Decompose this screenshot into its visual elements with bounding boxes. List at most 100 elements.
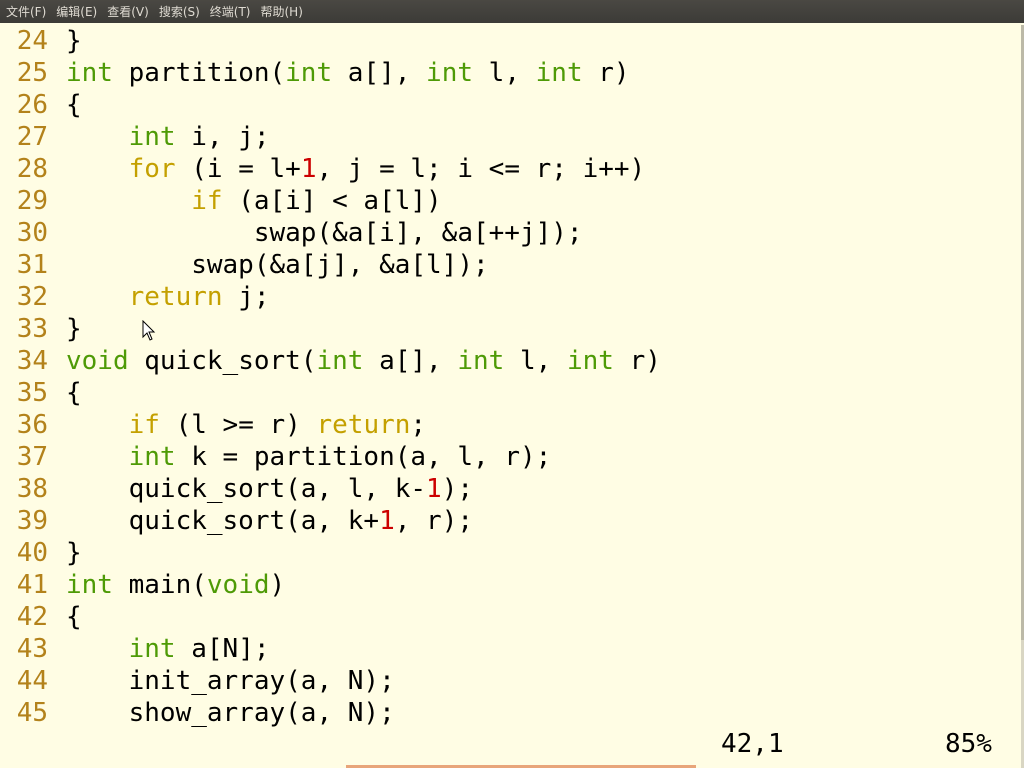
- code-token: int: [426, 58, 474, 88]
- code-token: int: [457, 346, 505, 376]
- code-text: {: [66, 601, 82, 633]
- code-text: return j;: [66, 281, 270, 313]
- code-token: swap(&a[j], &a[l]);: [66, 250, 489, 280]
- code-text: init_array(a, N);: [66, 665, 395, 697]
- line-number: 41: [16, 570, 48, 600]
- line-number: 37: [16, 442, 48, 472]
- code-token: }: [66, 26, 82, 56]
- code-token: 1: [426, 474, 442, 504]
- menu-search[interactable]: 搜索(S): [155, 3, 204, 20]
- line-number: 35: [16, 378, 48, 408]
- code-token: int: [66, 58, 113, 88]
- code-line[interactable]: 44 init_array(a, N);: [0, 665, 395, 697]
- code-token: init_array(a, N);: [66, 666, 395, 696]
- menu-bar: 文件(F) 编辑(E) 查看(V) 搜索(S) 终端(T) 帮助(H): [0, 0, 1024, 23]
- line-number: 26: [16, 90, 48, 120]
- code-token: l,: [473, 58, 536, 88]
- code-token: quick_sort(: [128, 346, 317, 376]
- line-number: 39: [16, 506, 48, 536]
- code-line[interactable]: 36 if (l >= r) return;: [0, 409, 426, 441]
- code-token: (l >= r): [159, 410, 317, 440]
- code-token: int: [316, 346, 364, 376]
- code-line[interactable]: 32 return j;: [0, 281, 270, 313]
- code-line[interactable]: 43 int a[N];: [0, 633, 270, 665]
- code-token: partition(: [112, 58, 286, 88]
- menu-help[interactable]: 帮助(H): [257, 3, 307, 20]
- code-token: r): [613, 346, 661, 376]
- menu-terminal[interactable]: 终端(T): [206, 3, 255, 20]
- cursor-position: 42,1: [721, 729, 784, 759]
- code-token: int: [66, 570, 113, 600]
- code-token: }: [66, 314, 82, 344]
- code-token: ;: [410, 410, 427, 440]
- line-number: 34: [16, 346, 48, 376]
- code-token: return: [316, 410, 411, 440]
- code-text: if (l >= r) return;: [66, 409, 426, 441]
- code-line[interactable]: 27 int i, j;: [0, 121, 270, 153]
- code-token: return: [128, 282, 223, 312]
- code-line[interactable]: 26 {: [0, 89, 82, 121]
- code-line[interactable]: 35 {: [0, 377, 82, 409]
- mouse-pointer-icon: [142, 320, 156, 341]
- code-text: int i, j;: [66, 121, 270, 153]
- code-line[interactable]: 37 int k = partition(a, l, r);: [0, 441, 552, 473]
- line-number: 24: [16, 26, 48, 56]
- menu-view[interactable]: 查看(V): [103, 3, 153, 20]
- line-number: 42: [16, 602, 48, 632]
- code-editor[interactable]: 24} 25 int partition(int a[], int l, int r…: [0, 25, 1021, 768]
- code-token: {: [66, 602, 82, 632]
- code-line[interactable]: 30 swap(&a[i], &a[++j]);: [0, 217, 583, 249]
- line-number: 32: [16, 282, 48, 312]
- code-token: int: [128, 634, 176, 664]
- code-line[interactable]: 25 int partition(int a[], int l, int r): [0, 57, 630, 89]
- code-token: }: [66, 538, 82, 568]
- line-number: 44: [16, 666, 48, 696]
- code-line[interactable]: 24}: [0, 25, 82, 57]
- line-number: 45: [16, 698, 48, 728]
- code-line[interactable]: 31 swap(&a[j], &a[l]);: [0, 249, 489, 281]
- code-line[interactable]: 39 quick_sort(a, k+1, r);: [0, 505, 473, 537]
- code-token: );: [441, 474, 473, 504]
- code-token: l,: [504, 346, 567, 376]
- code-line[interactable]: 28 for (i = l+1, j = l; i <= r; i++): [0, 153, 646, 185]
- code-token: quick_sort(a, k+: [66, 506, 380, 536]
- line-number: 27: [16, 122, 48, 152]
- code-token: int: [566, 346, 614, 376]
- code-line[interactable]: 42 {: [0, 601, 82, 633]
- code-line[interactable]: 41 int main(void): [0, 569, 285, 601]
- code-text: int k = partition(a, l, r);: [66, 441, 552, 473]
- code-token: , j = l; i <= r; i++): [316, 154, 646, 184]
- menu-file[interactable]: 文件(F): [2, 3, 50, 20]
- code-line[interactable]: 29 if (a[i] < a[l]): [0, 185, 442, 217]
- code-text: for (i = l+1, j = l; i <= r; i++): [66, 153, 646, 185]
- code-token: i, j;: [175, 122, 270, 152]
- line-number: 25: [16, 58, 48, 88]
- code-token: (i = l+: [175, 154, 301, 184]
- menu-edit[interactable]: 编辑(E): [52, 3, 101, 20]
- code-token: (a[i] < a[l]): [222, 186, 442, 216]
- code-token: j;: [222, 282, 270, 312]
- code-line[interactable]: 45 show_array(a, N);: [0, 697, 395, 729]
- line-number: 38: [16, 474, 48, 504]
- code-text: }: [66, 313, 82, 345]
- code-token: void: [206, 570, 270, 600]
- code-token: {: [66, 90, 82, 120]
- code-text: quick_sort(a, l, k-1);: [66, 473, 473, 505]
- code-line[interactable]: 40}: [0, 537, 82, 569]
- code-text: if (a[i] < a[l]): [66, 185, 442, 217]
- code-token: main(: [112, 570, 207, 600]
- code-token: for: [128, 154, 176, 184]
- code-text: show_array(a, N);: [66, 697, 395, 729]
- code-text: int a[N];: [66, 633, 270, 665]
- code-token: show_array(a, N);: [66, 698, 395, 728]
- line-number: 40: [16, 538, 48, 568]
- code-line[interactable]: 33}: [0, 313, 82, 345]
- code-line[interactable]: 38 quick_sort(a, l, k-1);: [0, 473, 473, 505]
- code-text: }: [66, 537, 82, 569]
- code-line[interactable]: 34 void quick_sort(int a[], int l, int r): [0, 345, 661, 377]
